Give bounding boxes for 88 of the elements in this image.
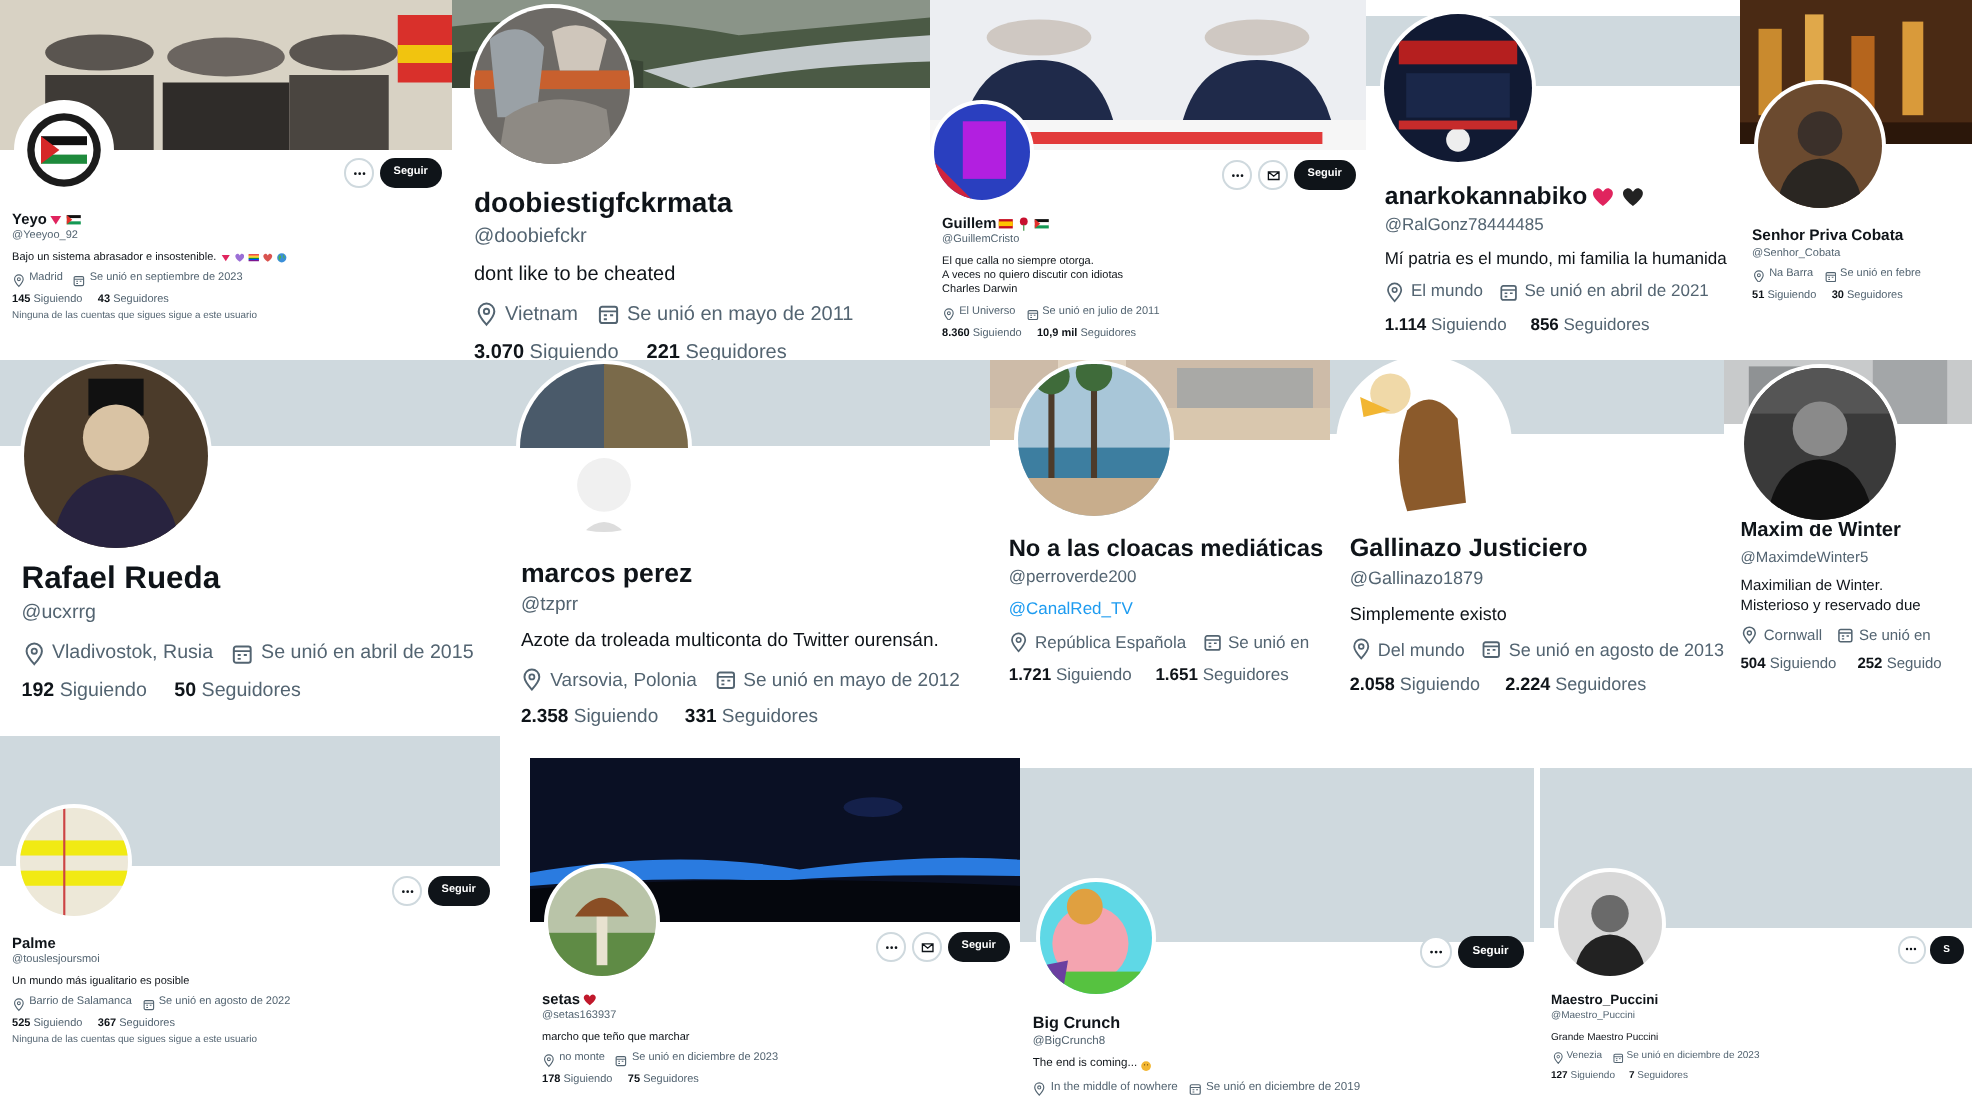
following-count[interactable]: 2.358 Siguiendo — [520, 703, 659, 730]
following-count[interactable]: 1.114 Siguiendo — [1384, 313, 1507, 337]
join-date: Se unió en mayo de 2011 — [627, 301, 854, 329]
location-icon — [1551, 1051, 1564, 1065]
profile-name: Gallinazo Justiciero — [1349, 534, 1588, 566]
calendar-icon — [1498, 282, 1520, 304]
location-icon — [12, 273, 26, 288]
bio-text: Simplemente existo — [1349, 602, 1507, 627]
location-text: Varsovia, Polonia — [550, 667, 697, 694]
calendar-icon — [713, 668, 738, 693]
calendar-icon — [72, 273, 87, 288]
flag-icon — [1034, 215, 1050, 232]
followers-count[interactable]: 2.224 Seguidores — [1505, 671, 1647, 697]
more-button[interactable] — [344, 158, 374, 188]
calendar-icon — [596, 302, 622, 328]
location-text: Vladivostok, Rusia — [51, 640, 214, 668]
heart-icon — [261, 252, 274, 265]
location-text: Vietnam — [505, 301, 579, 329]
triangle-icon — [219, 252, 231, 265]
bio-text: Mí patria es el mundo, mi familia la humanida — [1384, 247, 1727, 271]
calendar-icon — [230, 641, 256, 667]
location-icon — [21, 641, 47, 667]
location-text: República Española — [1035, 631, 1187, 656]
calendar-icon — [1480, 638, 1504, 662]
profile-name: Maxim de Winter — [1740, 520, 1901, 546]
flag-icon — [66, 211, 83, 228]
rose-icon — [1016, 215, 1032, 232]
location-icon — [1740, 626, 1760, 646]
face-icon — [1140, 1059, 1153, 1072]
heart-icon — [1590, 184, 1617, 211]
profile-name: No a las cloacas mediáticas — [1008, 534, 1324, 564]
bio-text: Azote da troleada multiconta do Twitter ourensán. — [520, 630, 939, 656]
flag-icon — [998, 215, 1015, 232]
location-icon — [1384, 282, 1406, 304]
heart-icon — [582, 991, 598, 1008]
location-icon — [1032, 1081, 1048, 1096]
mail-icon — [919, 939, 935, 955]
profile-handle: @ucxrrg — [21, 599, 98, 628]
profile-handle: @perroverde200 — [1008, 563, 1139, 590]
following-count[interactable]: 1.721 Siguiendo — [1008, 664, 1132, 688]
location-icon — [1349, 638, 1373, 662]
calendar-icon — [1611, 1051, 1624, 1065]
join-date: Se unió en abril de 2015 — [261, 640, 474, 668]
calendar-icon — [141, 997, 156, 1012]
location-text: El mundo — [1411, 280, 1483, 305]
location-icon — [12, 997, 26, 1012]
profile-name: Big Crunch — [1032, 1014, 1121, 1035]
profile-name: marcos perez — [520, 558, 693, 592]
join-date: Se unió en agosto de 2013 — [1508, 637, 1724, 663]
profile-name: Rafael Rueda — [21, 560, 221, 600]
location-text: Del mundo — [1377, 637, 1465, 663]
join-date: Se unió en — [1227, 631, 1310, 656]
location-icon — [542, 1053, 556, 1068]
bio-text: dont like to be cheated — [474, 262, 676, 289]
followers-count[interactable]: 50 Seguidores — [174, 677, 301, 705]
following-count[interactable]: 192 Siguiendo — [21, 677, 147, 705]
calendar-icon — [1823, 269, 1837, 283]
profile-name: anarkokannabiko — [1384, 182, 1588, 213]
join-date: Se unió en abril de 2021 — [1524, 280, 1709, 305]
heart-icon — [1620, 184, 1647, 211]
more-button[interactable] — [392, 876, 422, 906]
triangle-icon — [48, 211, 65, 228]
followers-count[interactable]: 1.651 Seguidores — [1155, 664, 1289, 688]
profile-handle: @doobiefckr — [474, 223, 589, 251]
following-count[interactable]: 2.058 Siguiendo — [1349, 671, 1480, 697]
calendar-icon — [1835, 626, 1855, 646]
calendar-icon — [1201, 632, 1223, 655]
message-button[interactable] — [912, 932, 942, 962]
location-icon — [942, 307, 956, 321]
flag-icon — [247, 252, 260, 265]
join-date: Se unió en mayo de 2012 — [743, 667, 960, 694]
calendar-icon — [614, 1053, 629, 1068]
location-icon — [520, 668, 545, 693]
location-icon — [1752, 269, 1766, 283]
followers-count[interactable]: 856 Seguidores — [1530, 313, 1650, 337]
profile-handle: @RalGonz78444485 — [1384, 212, 1546, 239]
globe-icon — [276, 252, 288, 265]
profile-handle: @Gallinazo1879 — [1349, 565, 1486, 592]
calendar-icon — [1188, 1081, 1203, 1096]
profile-name: doobiestigfckrmata — [474, 186, 733, 221]
location-icon — [1008, 632, 1030, 655]
profile-handle: @tzprr — [520, 591, 581, 620]
message-button[interactable] — [1258, 160, 1288, 190]
mail-icon — [1265, 167, 1281, 183]
followers-count[interactable]: 331 Seguidores — [684, 703, 818, 730]
location-icon — [474, 302, 499, 328]
heart-icon — [233, 252, 245, 265]
calendar-icon — [1025, 307, 1039, 321]
